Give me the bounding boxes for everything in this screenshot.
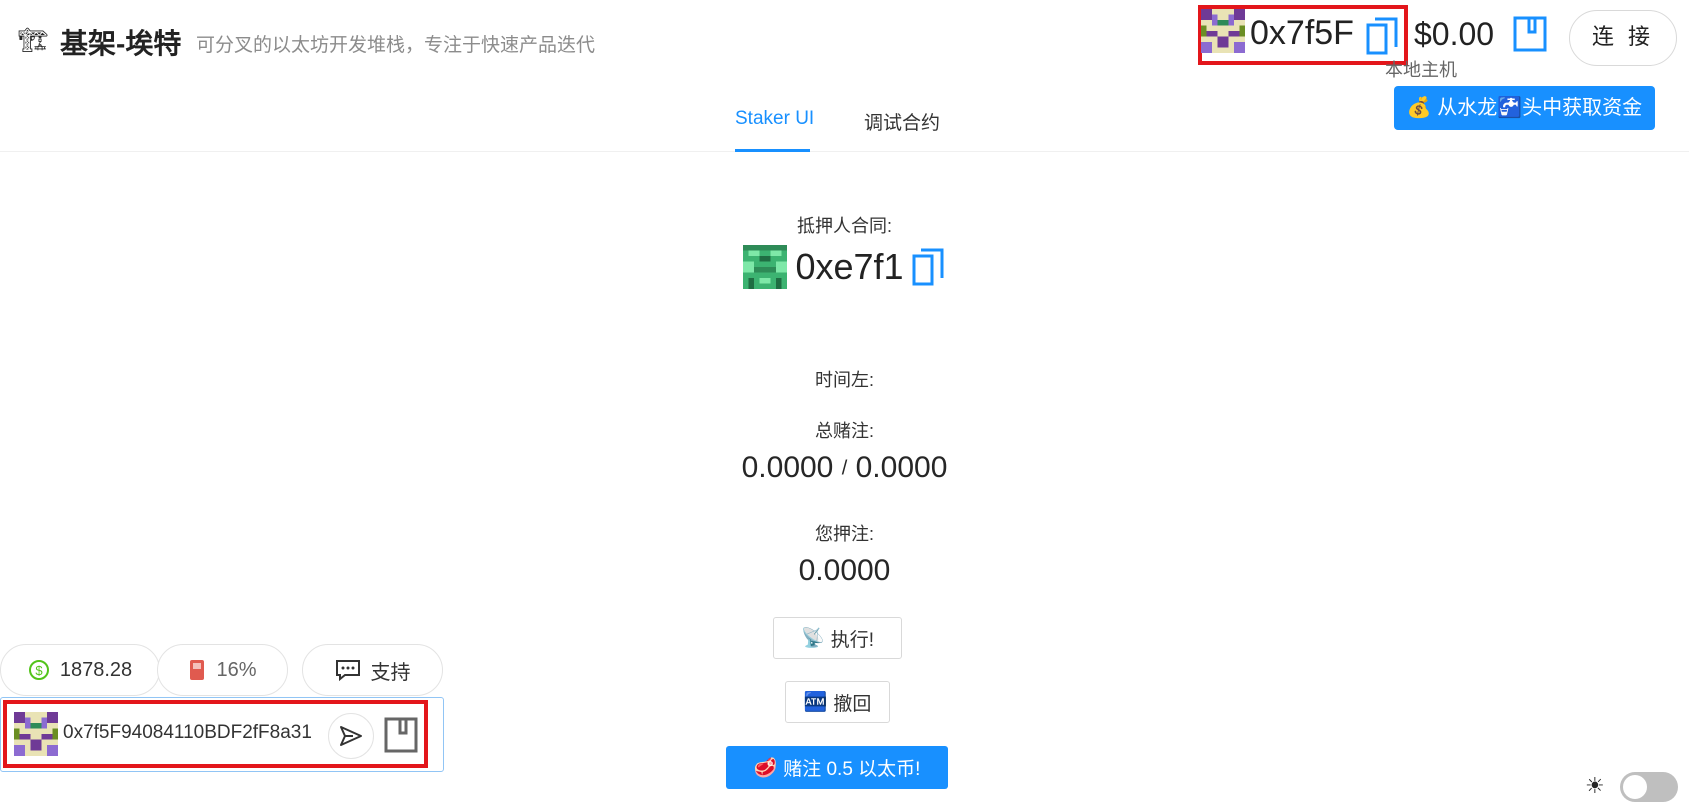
stake-label: 赌注 0.5 以太币! — [783, 759, 921, 780]
dollar-icon: $ — [28, 660, 49, 680]
wallet-view-icon[interactable] — [384, 717, 418, 758]
balance: $0.00 — [1414, 16, 1495, 52]
tab-debug-contracts[interactable]: 调试合约 — [864, 108, 940, 135]
threshold-value: 0.0000 — [855, 451, 948, 484]
total-staked-label: 总赌注: — [814, 421, 874, 441]
send-button[interactable] — [328, 713, 374, 759]
logo-icon: 🏗 — [18, 27, 49, 54]
contract-label: 抵押人合同: — [796, 216, 892, 236]
account-address[interactable]: 0x7f5F — [1250, 14, 1354, 53]
eth-price: 1878.28 — [59, 658, 133, 681]
contract-avatar-icon — [743, 245, 788, 289]
stake-button[interactable]: 🥩 赌注 0.5 以太币! — [726, 746, 948, 789]
steak-icon: 🥩 — [753, 757, 778, 779]
connect-button[interactable]: 连 接 — [1569, 10, 1677, 66]
chat-icon — [335, 660, 360, 682]
total-staked-value: 0.0000 — [741, 451, 834, 484]
tab-staker-ui[interactable]: Staker UI — [735, 108, 814, 130]
contract-address[interactable]: 0xe7f1 — [795, 246, 903, 288]
tabs-divider — [0, 151, 1689, 152]
send-icon — [340, 726, 362, 746]
wallet-address[interactable]: 0x7f5F94084110BDF2fF8a31 — [63, 722, 323, 744]
support-label: 支持 — [370, 661, 411, 684]
faucet-button[interactable]: 💰 从水龙🚰头中获取资金 — [1394, 86, 1655, 130]
stake-separator: / — [841, 457, 848, 480]
you-staked-label: 您押注: — [814, 524, 874, 544]
gas-percent: 16% — [216, 658, 257, 681]
withdraw-button[interactable]: 🏧 撤回 — [785, 681, 890, 723]
gas-badge[interactable]: 16% — [157, 644, 288, 696]
app-subtitle: 可分叉的以太坊开发堆栈，专注于快速产品迭代 — [196, 35, 596, 56]
total-staked-row: 0.0000 / 0.0000 — [0, 451, 1689, 485]
wallet-avatar-icon — [14, 712, 58, 756]
contract-address-row: 0xe7f1 — [0, 245, 1689, 289]
atm-icon: 🏧 — [803, 692, 828, 713]
fuel-pump-icon — [190, 660, 205, 680]
withdraw-label: 撤回 — [833, 693, 872, 715]
copy-contract-icon[interactable] — [912, 246, 946, 288]
copy-address-icon[interactable] — [1366, 15, 1400, 57]
svg-text:$: $ — [35, 663, 43, 678]
execute-label: 执行! — [830, 629, 874, 651]
you-staked-value: 0.0000 — [798, 554, 891, 587]
execute-button[interactable]: 📡 执行! — [773, 617, 902, 659]
network-label: 本地主机 — [1385, 60, 1457, 80]
support-button[interactable]: 支持 — [302, 644, 443, 696]
active-tab-indicator — [735, 149, 810, 152]
satellite-icon: 📡 — [801, 628, 825, 649]
wallet-icon[interactable] — [1513, 16, 1547, 52]
eth-price-badge[interactable]: $ 1878.28 — [0, 644, 160, 696]
app-title[interactable]: 基架-埃特 — [60, 22, 181, 62]
sun-icon: ☀ — [1585, 773, 1605, 798]
time-left-label: 时间左: — [814, 370, 874, 390]
account-avatar-icon — [1201, 9, 1245, 53]
theme-toggle-knob — [1623, 775, 1647, 799]
